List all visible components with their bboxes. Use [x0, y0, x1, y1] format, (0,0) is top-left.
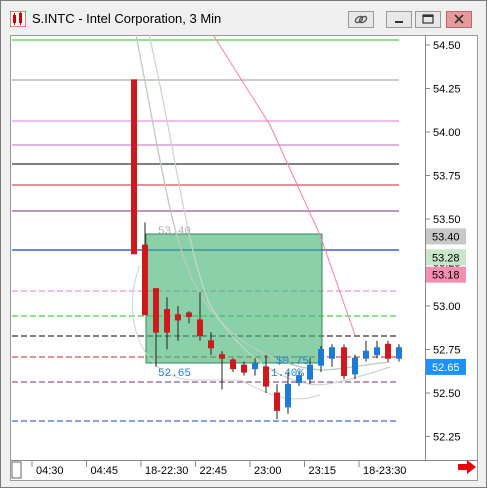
time-tick-label: 04:30 [36, 465, 64, 477]
candle-body [142, 244, 148, 316]
minimize-button[interactable] [386, 11, 412, 28]
candle-body [208, 340, 214, 349]
title-bar[interactable]: S.INTC - Intel Corporation, 3 Min [1, 1, 486, 35]
time-tick-label: 23:15 [309, 465, 337, 477]
price-tick-label: 53.00 [433, 301, 461, 313]
candle-body [241, 364, 247, 373]
time-tick-label: 18-22:30 [145, 465, 188, 477]
price-tick-label: 52.75 [433, 345, 461, 357]
price-tick-label: 53.50 [433, 214, 461, 226]
candle-body [230, 359, 236, 370]
price-tag-label: 53.18 [432, 270, 460, 282]
time-tick-label: 18-23:30 [363, 465, 406, 477]
candle-body [164, 308, 170, 333]
candle-body [274, 392, 280, 411]
rect-bottom-price: 52.65 [158, 368, 191, 380]
candle-body [374, 347, 380, 356]
candle-body [352, 357, 358, 375]
restore-button[interactable] [415, 11, 441, 28]
close-button[interactable] [446, 11, 472, 28]
candle-body [318, 349, 324, 366]
restore-icon [422, 14, 434, 24]
range-rectangle[interactable] [145, 233, 323, 364]
price-tick-label: 54.50 [433, 40, 461, 52]
price-tick-label: 52.50 [433, 388, 461, 400]
candle-body [285, 383, 291, 408]
change-percent: 1.40% [271, 368, 304, 380]
candle-body [131, 79, 137, 255]
candle-body [329, 347, 335, 359]
link-button[interactable] [348, 11, 374, 28]
price-tag-label: 53.40 [432, 231, 460, 243]
minimize-icon [395, 21, 403, 23]
time-tick-label: 23:00 [254, 465, 282, 477]
time-tick-label: 22:45 [200, 465, 228, 477]
candle-body [175, 314, 181, 321]
chart-panel[interactable]: 53.40 52.65 $0.75 1.40% 54.50 54.25 54.00 5… [10, 35, 478, 481]
candle-body [197, 319, 203, 337]
price-tag-label: 53.28 [432, 252, 460, 264]
rect-top-price: 53.40 [158, 226, 191, 238]
candle-body [153, 288, 159, 333]
price-tick-label: 52.25 [433, 432, 461, 444]
change-value: $0.75 [276, 356, 309, 368]
candle-body [341, 347, 347, 377]
app-icon [10, 11, 26, 27]
price-tick-label: 53.75 [433, 171, 461, 183]
price-tick-label: 54.25 [433, 84, 461, 96]
red-arrow-right-icon[interactable] [458, 460, 476, 474]
close-icon [454, 14, 464, 24]
scroll-handle[interactable] [11, 461, 22, 479]
price-tag-label: 52.65 [432, 362, 460, 374]
link-icon [354, 15, 368, 24]
candle-body [252, 362, 258, 370]
candle-body [396, 347, 402, 359]
candle-body [186, 312, 192, 317]
time-tick-label: 04:45 [91, 465, 119, 477]
chart-canvas[interactable]: 53.40 52.65 $0.75 1.40% 54.50 54.25 54.00 5… [10, 35, 478, 481]
candle-body [263, 366, 269, 387]
price-tick-label: 54.00 [433, 127, 461, 139]
candle-body [385, 343, 391, 359]
chart-window: S.INTC - Intel Corporation, 3 Min 53.40 … [0, 0, 487, 488]
window-title: S.INTC - Intel Corporation, 3 Min [32, 11, 222, 26]
candle-body [219, 354, 225, 359]
candle-body [363, 350, 369, 359]
